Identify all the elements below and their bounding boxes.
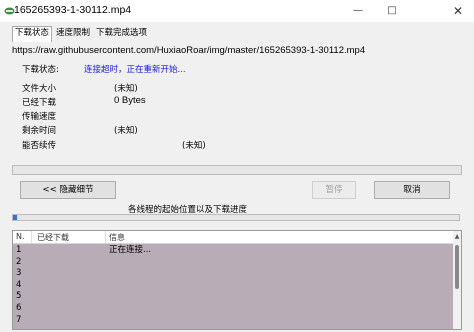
thread-progress-bar xyxy=(12,214,460,221)
hide-details-button[interactable]: << 隐藏细节 xyxy=(20,181,116,199)
thread-number: 2 xyxy=(16,256,22,267)
list-item[interactable]: 1 正在连接... xyxy=(13,245,453,256)
cancel-button[interactable]: 取消 xyxy=(374,181,450,199)
scroll-thumb[interactable] xyxy=(455,245,459,289)
minimize-icon[interactable]: — xyxy=(344,0,372,22)
list-item[interactable]: 4 xyxy=(13,280,453,291)
thread-info: 正在连接... xyxy=(109,245,152,255)
tab-download-status[interactable]: 下载状态 xyxy=(12,26,53,42)
tab-speed-limit[interactable]: 速度限制 xyxy=(54,27,92,40)
thread-list[interactable]: N. 已经下载 信息 1 正在连接... 2 3 4 5 6 7 ▲ xyxy=(12,230,462,330)
thread-number: 6 xyxy=(16,303,22,313)
resume-support-value: (未知) xyxy=(182,141,206,151)
thread-number: 7 xyxy=(16,314,22,325)
resume-support-label: 能否续传 xyxy=(22,141,57,151)
file-size-value: (未知) xyxy=(114,84,138,94)
downloaded-label: 已经下载 xyxy=(22,98,57,108)
column-number[interactable]: N. xyxy=(16,232,25,241)
list-item[interactable]: 7 xyxy=(13,315,453,326)
download-url: https://raw.githubusercontent.com/Huxiao… xyxy=(12,45,366,56)
remaining-time-value: (未知) xyxy=(114,126,138,136)
overall-progress-bar xyxy=(12,165,462,175)
title-bar: 165265393-1-30112.mp4 — □ ✕ xyxy=(0,0,474,22)
list-scrollbar[interactable]: ▲ xyxy=(453,231,461,329)
list-item[interactable]: 5 xyxy=(13,291,453,302)
speed-label: 传输速度 xyxy=(22,112,57,122)
column-info[interactable]: 信息 xyxy=(109,232,125,243)
maximize-icon[interactable]: □ xyxy=(378,0,406,22)
thread-number: 4 xyxy=(16,279,22,290)
list-item[interactable]: 3 xyxy=(13,268,453,279)
thread-number: 5 xyxy=(16,291,22,302)
close-icon[interactable]: ✕ xyxy=(444,0,472,22)
list-item[interactable]: 2 xyxy=(13,257,453,268)
state-label: 下载状态: xyxy=(22,65,59,75)
thread-progress-fill xyxy=(13,215,18,220)
tab-completion-options[interactable]: 下载完成选项 xyxy=(94,27,149,40)
state-value: 连接超时，正在重新开始... xyxy=(84,65,186,75)
file-size-label: 文件大小 xyxy=(22,84,57,94)
downloaded-value: 0 Bytes xyxy=(114,95,146,106)
thread-number: 3 xyxy=(16,268,22,279)
scroll-up-icon[interactable]: ▲ xyxy=(453,233,461,240)
column-downloaded[interactable]: 已经下载 xyxy=(37,232,69,243)
pause-button[interactable]: 暂停 xyxy=(312,181,356,199)
window-title: 165265393-1-30112.mp4 xyxy=(14,4,132,16)
list-header: N. 已经下载 信息 xyxy=(13,231,453,244)
remaining-time-label: 剩余时间 xyxy=(22,126,57,136)
thread-number: 1 xyxy=(16,245,22,255)
list-item[interactable]: 6 xyxy=(13,303,453,314)
